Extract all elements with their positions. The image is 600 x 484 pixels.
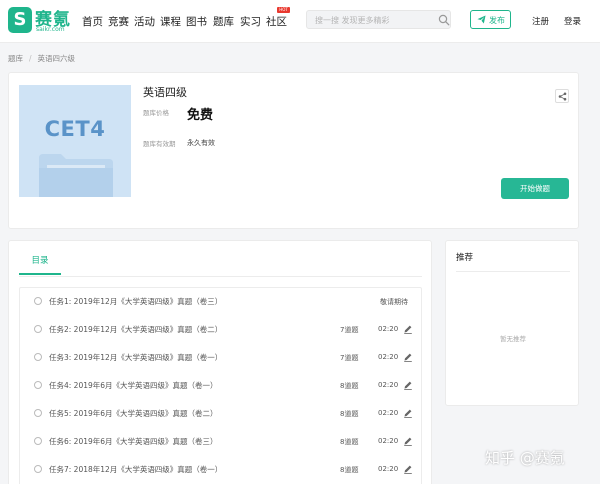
- tab-catalog[interactable]: 目录: [19, 249, 61, 275]
- task-count: 8道题: [340, 466, 359, 474]
- task-row-6[interactable]: 任务6: 2019年6月《大学英语四级》真题（卷三） 8道题 02:20: [20, 428, 421, 456]
- pencil-icon[interactable]: [403, 352, 413, 362]
- pencil-icon[interactable]: [403, 408, 413, 418]
- logo-mark-icon: S: [8, 7, 32, 33]
- task-circle-icon: [34, 353, 42, 361]
- nav-item-activity[interactable]: 活动: [134, 14, 155, 29]
- validity-value: 永久有效: [187, 139, 215, 147]
- share-icon: [558, 92, 567, 101]
- task-row-1[interactable]: 任务1: 2019年12月《大学英语四级》真题（卷三） 敬请期待: [20, 288, 421, 316]
- task-circle-icon: [34, 409, 42, 417]
- cover-image: CET4: [19, 85, 131, 197]
- publish-label: 发布: [489, 16, 505, 25]
- hot-badge: HOT: [277, 7, 290, 13]
- nav-item-books[interactable]: 图书: [186, 14, 207, 29]
- recommend-empty-text: 暂无推荐: [500, 335, 526, 343]
- task-list: 任务1: 2019年12月《大学英语四级》真题（卷三） 敬请期待 任务2: 20…: [19, 287, 422, 484]
- recommend-divider: [456, 271, 570, 272]
- start-practice-button[interactable]: 开始做题: [501, 178, 569, 199]
- price-value: 免费: [187, 108, 214, 123]
- search-input[interactable]: [315, 13, 433, 27]
- task-circle-icon: [34, 297, 42, 305]
- task-name: 任务6: 2019年6月《大学英语四级》真题（卷三）: [49, 437, 218, 446]
- breadcrumb-cet: 英语四六级: [37, 54, 76, 63]
- task-count: 8道题: [340, 382, 359, 390]
- task-name: 任务2: 2019年12月《大学英语四级》真题（卷二）: [49, 325, 223, 334]
- pencil-icon[interactable]: [403, 436, 413, 446]
- task-row-3[interactable]: 任务3: 2019年12月《大学英语四级》真题（卷一） 7道题 02:20: [20, 344, 421, 372]
- task-time: 02:20: [378, 353, 399, 361]
- top-nav: S 赛氪 saikr.com 首页 竞赛 活动 课程 图书 题库 实习 社区 H…: [0, 0, 600, 43]
- task-row-2[interactable]: 任务2: 2019年12月《大学英语四级》真题（卷二） 7道题 02:20: [20, 316, 421, 344]
- search-icon[interactable]: [438, 14, 450, 26]
- breadcrumb-separator: /: [29, 54, 32, 63]
- task-circle-icon: [34, 437, 42, 445]
- task-count: 8道题: [340, 410, 359, 418]
- register-link[interactable]: 注册: [532, 15, 549, 27]
- nav-item-internship[interactable]: 实习: [240, 14, 261, 29]
- task-circle-icon: [34, 465, 42, 473]
- task-circle-icon: [34, 325, 42, 333]
- task-time: 02:20: [378, 409, 399, 417]
- folder-icon: [39, 154, 113, 197]
- task-row-4[interactable]: 任务4: 2019年6月《大学英语四级》真题（卷一） 8道题 02:20: [20, 372, 421, 400]
- price-label: 题库价格: [143, 109, 169, 117]
- zhihu-watermark: 知乎 @赛氪: [485, 449, 565, 467]
- tab-divider: [19, 276, 422, 277]
- recommend-card: 推荐 暂无推荐: [445, 240, 579, 406]
- task-count: 7道题: [340, 354, 359, 362]
- nav-item-course[interactable]: 课程: [160, 14, 181, 29]
- task-status: 敬请期待: [380, 298, 408, 306]
- catalog-card: 目录 任务1: 2019年12月《大学英语四级》真题（卷三） 敬请期待 任务2:…: [8, 240, 432, 484]
- search-box: [306, 10, 451, 29]
- nav-item-question-bank[interactable]: 题库: [213, 14, 234, 29]
- task-count: 8道题: [340, 438, 359, 446]
- task-name: 任务3: 2019年12月《大学英语四级》真题（卷一）: [49, 353, 223, 362]
- cover-title: CET4: [44, 117, 106, 141]
- task-time: 02:20: [378, 437, 399, 445]
- task-row-7[interactable]: 任务7: 2018年12月《大学英语四级》真题（卷一） 8道题 02:20: [20, 456, 421, 484]
- task-time: 02:20: [378, 325, 399, 333]
- pencil-icon[interactable]: [403, 380, 413, 390]
- nav-item-community[interactable]: 社区: [266, 14, 287, 29]
- task-name: 任务1: 2019年12月《大学英语四级》真题（卷三）: [49, 297, 223, 306]
- task-name: 任务7: 2018年12月《大学英语四级》真题（卷一）: [49, 465, 223, 474]
- share-button[interactable]: [555, 89, 569, 103]
- recommend-title: 推荐: [456, 253, 474, 263]
- task-row-5[interactable]: 任务5: 2019年6月《大学英语四级》真题（卷二） 8道题 02:20: [20, 400, 421, 428]
- pencil-icon[interactable]: [403, 324, 413, 334]
- breadcrumb: 题库 / 英语四六级: [8, 53, 75, 64]
- login-link[interactable]: 登录: [564, 15, 581, 27]
- task-name: 任务5: 2019年6月《大学英语四级》真题（卷二）: [49, 409, 218, 418]
- nav-item-home[interactable]: 首页: [82, 14, 103, 29]
- nav-item-competition[interactable]: 竞赛: [108, 14, 129, 29]
- breadcrumb-question-bank[interactable]: 题库: [8, 54, 23, 63]
- pencil-icon[interactable]: [403, 464, 413, 474]
- task-name: 任务4: 2019年6月《大学英语四级》真题（卷一）: [49, 381, 218, 390]
- validity-label: 题库有效期: [143, 140, 176, 148]
- publish-button[interactable]: 发布: [470, 10, 511, 29]
- paper-plane-icon: [477, 15, 486, 24]
- task-circle-icon: [34, 381, 42, 389]
- question-bank-title: 英语四级: [143, 86, 187, 99]
- task-time: 02:20: [378, 381, 399, 389]
- logo-domain: saikr.com: [36, 26, 65, 33]
- saikr-logo[interactable]: S 赛氪 saikr.com: [8, 7, 70, 35]
- task-count: 7道题: [340, 326, 359, 334]
- task-time: 02:20: [378, 465, 399, 473]
- question-bank-card: CET4 英语四级 题库价格 免费 题库有效期 永久有效 开始做题: [8, 72, 579, 229]
